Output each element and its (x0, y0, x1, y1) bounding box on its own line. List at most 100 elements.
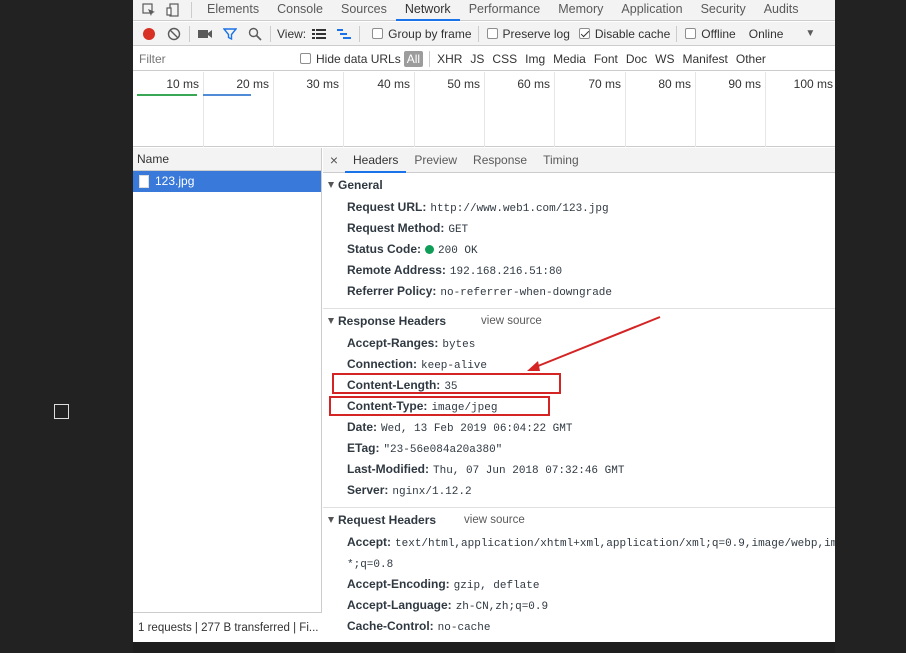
request-headers-section: Request Headers view source Accept: text/… (323, 508, 835, 642)
large-rows-icon[interactable] (310, 25, 328, 43)
tab-performance[interactable]: Performance (460, 0, 550, 21)
preserve-log-checkbox[interactable] (486, 28, 498, 39)
header-row: Accept: text/html,application/xhtml+xml,a… (323, 532, 835, 553)
offline-checkbox[interactable] (685, 28, 697, 39)
tab-audits[interactable]: Audits (755, 0, 808, 21)
type-filter-manifest[interactable]: Manifest (679, 52, 732, 66)
response-headers-header[interactable]: Response Headers view source (323, 309, 835, 333)
network-toolbar: View: Group by frame Preserve log Disabl… (133, 22, 835, 46)
header-row: Last-Modified: Thu, 07 Jun 2018 07:32:46 … (323, 459, 835, 480)
tab-headers[interactable]: Headers (345, 148, 407, 173)
type-filter-other[interactable]: Other (732, 52, 770, 66)
timeline-tick-label: 70 ms (588, 77, 621, 91)
type-filter-media[interactable]: Media (549, 52, 590, 66)
capture-screenshots-icon[interactable] (196, 25, 214, 43)
request-list: Name 123.jpg 1 requests | 277 B transfer… (133, 148, 322, 642)
disable-cache-checkbox[interactable] (578, 28, 590, 39)
tab-elements[interactable]: Elements (198, 0, 268, 21)
group-by-frame-toggle[interactable]: Group by frame (372, 27, 472, 41)
header-row: Status Code: 200 OK (323, 239, 835, 260)
waterfall-icon[interactable] (335, 25, 353, 43)
header-row: Cache-Control: no-cache (323, 616, 835, 637)
tab-memory[interactable]: Memory (549, 0, 612, 21)
clear-icon[interactable] (165, 25, 183, 43)
tab-response[interactable]: Response (465, 148, 535, 173)
offline-toggle[interactable]: Offline (685, 27, 736, 41)
timeline-column: 10 ms (133, 72, 204, 147)
type-filter-img[interactable]: Img (521, 52, 549, 66)
chevron-down-icon[interactable]: ▼ (805, 28, 815, 39)
header-name: Connection: (347, 357, 417, 371)
tab-separator (191, 2, 192, 18)
toolbar-separator (270, 25, 271, 42)
header-name: Server: (347, 483, 389, 497)
header-row: Referrer Policy: no-referrer-when-downgra… (323, 281, 835, 302)
preserve-log-toggle[interactable]: Preserve log (486, 26, 570, 41)
content-type-highlight (329, 396, 550, 416)
throttling-select[interactable]: Online (749, 27, 784, 41)
bottom-strip (133, 642, 835, 653)
header-name: Accept-Ranges: (347, 336, 439, 350)
header-value: no-cache (437, 622, 491, 634)
timeline-tick-label: 90 ms (728, 77, 761, 91)
view-source-link[interactable]: view source (481, 308, 542, 334)
request-headers-title: Request Headers (338, 513, 437, 527)
tab-timing[interactable]: Timing (535, 148, 587, 173)
group-by-frame-checkbox[interactable] (372, 28, 384, 39)
tab-security[interactable]: Security (692, 0, 755, 21)
type-filter-all[interactable]: All (403, 50, 424, 67)
type-filter-css[interactable]: CSS (488, 52, 521, 66)
type-filter-font[interactable]: Font (590, 52, 622, 66)
tab-network[interactable]: Network (395, 0, 460, 21)
tab-preview[interactable]: Preview (406, 148, 465, 173)
header-name: Last-Modified: (347, 462, 429, 476)
disable-cache-toggle[interactable]: Disable cache (578, 27, 670, 41)
timeline-tick-label: 40 ms (377, 77, 410, 91)
filter-input[interactable] (133, 48, 288, 69)
request-row[interactable]: 123.jpg (133, 171, 321, 192)
tab-application[interactable]: Application (612, 0, 691, 21)
header-value: keep-alive (421, 360, 488, 372)
type-filter-doc[interactable]: Doc (622, 52, 651, 66)
header-row-continuation: *;q=0.8 (323, 553, 835, 574)
general-section-header[interactable]: General (323, 173, 835, 197)
record-icon[interactable] (140, 25, 158, 43)
type-filter-js[interactable]: JS (466, 52, 488, 66)
preserve-log-label: Preserve log (502, 26, 570, 41)
header-value: zh-CN,zh;q=0.9 (455, 601, 549, 613)
type-filter-xhr[interactable]: XHR (433, 52, 466, 66)
header-row: Remote Address: 192.168.216.51:80 (323, 260, 835, 281)
close-icon[interactable]: × (323, 152, 345, 168)
network-summary: 1 requests | 277 B transferred | Fi... (133, 612, 322, 642)
timeline-tick-label: 80 ms (658, 77, 691, 91)
header-value: Thu, 07 Jun 2018 07:32:46 GMT (433, 465, 625, 477)
request-headers-header[interactable]: Request Headers view source (323, 508, 835, 532)
view-source-link[interactable]: view source (464, 507, 525, 533)
header-value: nginx/1.12.2 (392, 486, 472, 498)
content-length-highlight (332, 373, 561, 394)
header-row: Connection: keep-alive (323, 354, 835, 375)
header-value: bytes (442, 339, 476, 351)
filter-separator (429, 50, 431, 67)
filter-icon[interactable] (221, 25, 239, 43)
search-icon[interactable] (246, 25, 264, 43)
device-toolbar-icon[interactable] (165, 2, 181, 18)
type-filter-ws[interactable]: WS (651, 52, 678, 66)
header-name: Remote Address: (347, 263, 446, 277)
toolbar-separator (189, 25, 190, 42)
general-section: General Request URL: http://www.web1.com/… (323, 173, 835, 309)
tab-console[interactable]: Console (268, 0, 332, 21)
hide-data-urls-toggle[interactable]: Hide data URLs (300, 52, 401, 66)
hide-data-urls-checkbox[interactable] (300, 53, 311, 64)
header-value: gzip, deflate (453, 580, 540, 592)
image-file-icon (139, 175, 149, 188)
header-value: GET (448, 224, 469, 236)
inspect-element-icon[interactable] (141, 2, 157, 18)
timeline-tick-label: 50 ms (447, 77, 480, 91)
header-row: Accept-Language: zh-CN,zh;q=0.9 (323, 595, 835, 616)
name-column-header[interactable]: Name (133, 148, 321, 171)
timeline-column: 30 ms (274, 72, 344, 147)
header-name: Referrer Policy: (347, 284, 437, 298)
timeline-overview[interactable]: 10 ms 20 ms 30 ms 40 ms 50 ms 60 ms 70 m… (133, 72, 835, 147)
tab-sources[interactable]: Sources (332, 0, 396, 21)
